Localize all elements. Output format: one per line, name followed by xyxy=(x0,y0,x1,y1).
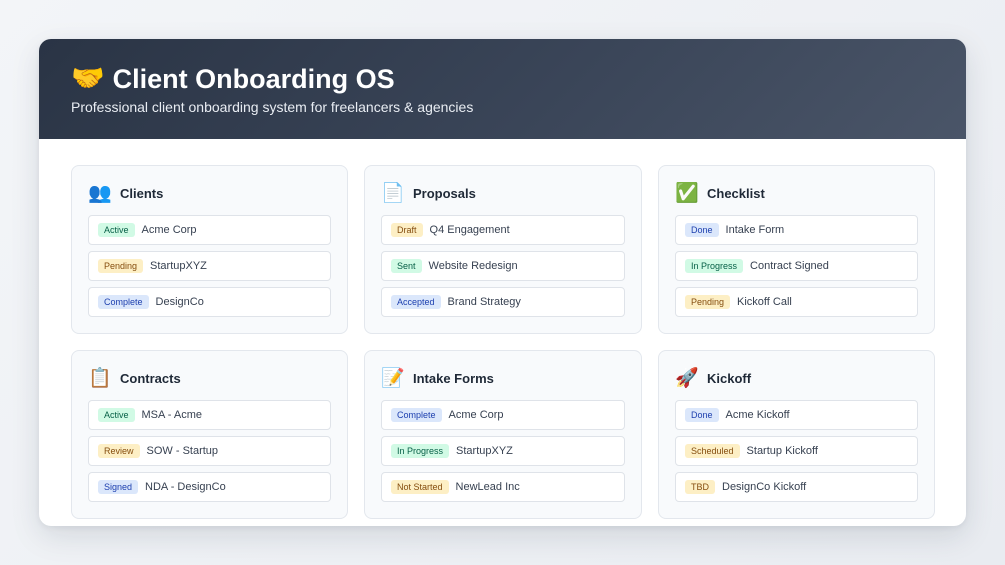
status-badge: Pending xyxy=(98,259,144,273)
list-item[interactable]: Signed NDA - DesignCo xyxy=(88,472,331,502)
item-label: Acme Corp xyxy=(448,409,504,421)
status-badge: Not Started xyxy=(391,480,449,494)
item-label: Brand Strategy xyxy=(447,296,521,308)
list-item[interactable]: Active Acme Corp xyxy=(88,215,331,245)
document-icon: 📄 xyxy=(381,182,405,204)
rocket-icon: 🚀 xyxy=(675,367,699,389)
app-window: 🤝 Client Onboarding OS Professional clie… xyxy=(39,39,966,526)
status-badge: Signed xyxy=(98,480,139,494)
card-header: 🚀 Kickoff xyxy=(675,365,918,391)
list-item[interactable]: In Progress Contract Signed xyxy=(675,251,918,281)
card-clients[interactable]: 👥 Clients Active Acme Corp Pending StartupXYZ… xyxy=(71,165,348,334)
card-contracts[interactable]: 📋 Contracts Active MSA - Acme Review SOW - St… xyxy=(71,350,348,519)
item-label: Startup Kickoff xyxy=(746,445,818,457)
card-header: 📄 Proposals xyxy=(381,180,625,206)
item-label: NewLead Inc xyxy=(455,481,520,493)
check-mark-icon: ✅ xyxy=(675,182,699,204)
item-label: DesignCo Kickoff xyxy=(722,481,807,493)
item-label: Kickoff Call xyxy=(737,296,792,308)
status-badge: Active xyxy=(98,223,135,237)
status-badge: Done xyxy=(685,223,719,237)
item-label: Contract Signed xyxy=(750,260,829,272)
status-badge: In Progress xyxy=(391,444,450,458)
handshake-icon: 🤝 xyxy=(71,63,105,94)
list-item[interactable]: Complete Acme Corp xyxy=(381,400,625,430)
item-label: StartupXYZ xyxy=(150,260,207,272)
card-title: Contracts xyxy=(120,370,181,386)
status-badge: In Progress xyxy=(685,259,744,273)
card-header: 📝 Intake Forms xyxy=(381,365,625,391)
card-checklist[interactable]: ✅ Checklist Done Intake Form In Progress Cont… xyxy=(658,165,935,334)
card-header: 👥 Clients xyxy=(88,180,331,206)
list-item[interactable]: Sent Website Redesign xyxy=(381,251,625,281)
item-label: Acme Corp xyxy=(141,224,197,236)
status-badge: Sent xyxy=(391,259,422,273)
card-title: Intake Forms xyxy=(413,370,494,386)
card-intake-forms[interactable]: 📝 Intake Forms Complete Acme Corp In Progres… xyxy=(364,350,642,519)
status-badge: TBD xyxy=(685,480,715,494)
header: 🤝 Client Onboarding OS Professional clie… xyxy=(39,39,966,139)
card-header: ✅ Checklist xyxy=(675,180,918,206)
status-badge: Accepted xyxy=(391,295,441,309)
list-item[interactable]: Done Acme Kickoff xyxy=(675,400,918,430)
card-header: 📋 Contracts xyxy=(88,365,331,391)
item-label: Intake Form xyxy=(725,224,785,236)
item-label: Q4 Engagement xyxy=(429,224,510,236)
card-title: Clients xyxy=(120,185,164,201)
card-title: Proposals xyxy=(413,185,476,201)
people-icon: 👥 xyxy=(88,182,112,204)
clipboard-icon: 📋 xyxy=(88,367,112,389)
list-item[interactable]: Scheduled Startup Kickoff xyxy=(675,436,918,466)
status-badge: Draft xyxy=(391,223,423,237)
list-item[interactable]: Pending StartupXYZ xyxy=(88,251,331,281)
item-label: SOW - Startup xyxy=(146,445,219,457)
status-badge: Review xyxy=(98,444,140,458)
status-badge: Pending xyxy=(685,295,731,309)
memo-icon: 📝 xyxy=(381,367,405,389)
list-item[interactable]: In Progress StartupXYZ xyxy=(381,436,625,466)
status-badge: Active xyxy=(98,408,135,422)
item-label: Website Redesign xyxy=(428,260,518,272)
item-label: MSA - Acme xyxy=(141,409,203,421)
status-badge: Done xyxy=(685,408,719,422)
list-item[interactable]: Accepted Brand Strategy xyxy=(381,287,625,317)
card-proposals[interactable]: 📄 Proposals Draft Q4 Engagement Sent Website … xyxy=(364,165,642,334)
page-subtitle: Professional client onboarding system fo… xyxy=(71,99,474,115)
list-item[interactable]: TBD DesignCo Kickoff xyxy=(675,472,918,502)
list-item[interactable]: Draft Q4 Engagement xyxy=(381,215,625,245)
status-badge: Scheduled xyxy=(685,444,740,458)
list-item[interactable]: Review SOW - Startup xyxy=(88,436,331,466)
item-label: StartupXYZ xyxy=(456,445,513,457)
list-item[interactable]: Not Started NewLead Inc xyxy=(381,472,625,502)
list-item[interactable]: Complete DesignCo xyxy=(88,287,331,317)
list-item[interactable]: Pending Kickoff Call xyxy=(675,287,918,317)
list-item[interactable]: Done Intake Form xyxy=(675,215,918,245)
page-title: Client Onboarding OS xyxy=(112,64,395,94)
card-kickoff[interactable]: 🚀 Kickoff Done Acme Kickoff Scheduled Startup… xyxy=(658,350,935,519)
item-label: Acme Kickoff xyxy=(725,409,790,421)
status-badge: Complete xyxy=(98,295,149,309)
card-title: Kickoff xyxy=(707,370,752,386)
title-row: 🤝 Client Onboarding OS xyxy=(71,39,934,95)
item-label: NDA - DesignCo xyxy=(145,481,226,493)
item-label: DesignCo xyxy=(155,296,204,308)
card-grid: 👥 Clients Active Acme Corp Pending StartupXYZ… xyxy=(71,165,935,519)
list-item[interactable]: Active MSA - Acme xyxy=(88,400,331,430)
status-badge: Complete xyxy=(391,408,442,422)
card-title: Checklist xyxy=(707,185,765,201)
